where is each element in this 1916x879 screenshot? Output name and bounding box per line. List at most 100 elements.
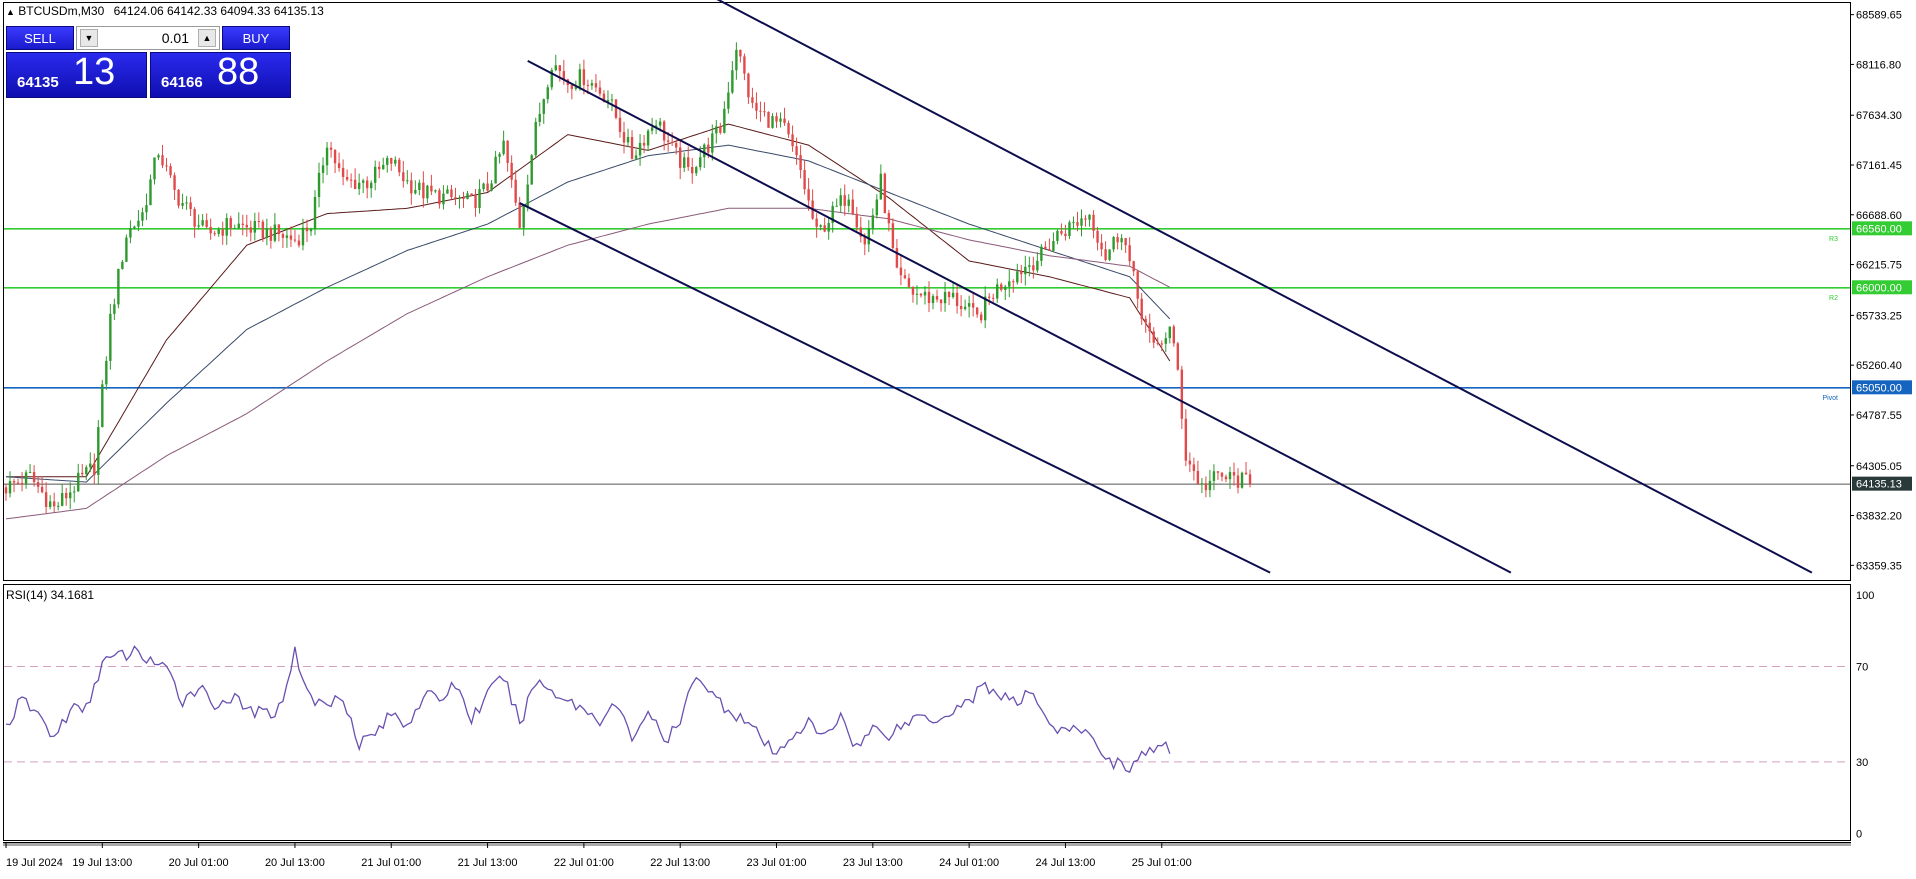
candle-body [1100, 242, 1103, 250]
candle-body [16, 482, 20, 484]
candle-body [1104, 249, 1107, 260]
candle [101, 379, 104, 428]
candle-body [85, 467, 88, 475]
candle [245, 214, 248, 237]
candle [1040, 244, 1043, 267]
candle [1244, 461, 1248, 475]
candle-body [542, 99, 545, 114]
candle [1000, 282, 1003, 292]
candle [65, 487, 68, 506]
candle-body [1112, 237, 1115, 250]
lot-increase-icon[interactable]: ▲ [198, 29, 216, 47]
y-tick-label: 67634.30 [1856, 110, 1902, 122]
candle-body [378, 166, 381, 170]
candle [28, 463, 32, 474]
candle [1224, 474, 1228, 483]
lot-size-input[interactable] [101, 29, 189, 47]
candle-body [133, 226, 136, 229]
candle [1032, 256, 1035, 279]
candle [1072, 216, 1075, 230]
candle [763, 102, 766, 117]
candle [847, 194, 850, 213]
y-tick-label: 68589.65 [1856, 10, 1902, 22]
candle-body [241, 223, 244, 225]
candle-body [466, 193, 469, 200]
candle [273, 213, 277, 243]
candle-body [1072, 222, 1075, 224]
trend-channel-line-2[interactable] [527, 60, 1512, 574]
candle-body [646, 130, 650, 146]
candle [450, 184, 453, 200]
candle-body [939, 299, 943, 304]
candle [967, 295, 971, 318]
candle [209, 218, 212, 240]
candle [803, 160, 806, 195]
candle [345, 169, 349, 182]
candle [454, 187, 457, 206]
candle-body [1212, 471, 1216, 481]
candle-body [743, 56, 746, 74]
candle [20, 472, 24, 492]
candle-body [105, 360, 108, 385]
chart-window[interactable]: R3 R2 Pivot 68589.65 68116.80 67634.30 67161.… [0, 0, 1916, 874]
candle [305, 219, 309, 243]
sell-price-box[interactable]: 64135 13 [6, 51, 147, 98]
candle-body [1044, 246, 1047, 250]
sell-price-pips: 13 [73, 51, 116, 93]
candle [678, 141, 682, 180]
candle [369, 180, 373, 198]
candle [422, 171, 425, 208]
candle-body [369, 182, 373, 189]
candle [374, 160, 377, 191]
candle-body [514, 179, 517, 203]
y-tick-label: 66688.60 [1856, 210, 1902, 222]
buy-price-box[interactable]: 64166 88 [150, 51, 291, 98]
candle [1192, 457, 1196, 481]
candle [691, 158, 694, 184]
candle-body [1096, 230, 1099, 243]
candle [715, 119, 718, 144]
candle [317, 162, 321, 208]
buy-button[interactable]: BUY [222, 26, 290, 50]
candle [1080, 209, 1083, 237]
level-tag-R3: R3 [1829, 236, 1838, 243]
lot-decrease-icon[interactable]: ▼ [80, 29, 98, 47]
candle [514, 170, 517, 206]
candle-body [979, 314, 983, 321]
candle-body [558, 65, 562, 72]
chart-svg[interactable]: R3 R2 Pivot 68589.65 68116.80 67634.30 67161.… [0, 0, 1916, 874]
candle [494, 150, 497, 184]
candle [911, 286, 915, 303]
candle [205, 213, 208, 229]
sell-button[interactable]: SELL [6, 26, 74, 50]
candle-body [494, 156, 497, 184]
candle-body [1128, 245, 1131, 262]
candle [971, 292, 975, 317]
candle-body [1088, 214, 1091, 220]
lot-size-stepper[interactable]: ▼ ▲ [76, 26, 220, 50]
candle-body [735, 49, 738, 71]
candle-body [642, 142, 646, 146]
candle-body [1164, 338, 1167, 344]
collapse-arrow-icon[interactable]: ▲ [6, 7, 15, 17]
candle-body [747, 73, 750, 98]
candle [839, 188, 842, 213]
candle-body [1108, 249, 1111, 260]
candle [1184, 409, 1188, 467]
candle [93, 453, 96, 484]
candle [927, 281, 931, 313]
candle-body [634, 155, 638, 159]
candle-body [137, 220, 140, 227]
candle-body [1052, 241, 1055, 251]
candle-body [699, 157, 702, 168]
candle [771, 113, 774, 129]
candle [626, 128, 630, 148]
candle-body [1048, 249, 1051, 251]
candle [1036, 252, 1039, 273]
candle-body [233, 228, 236, 230]
candle-body [474, 195, 477, 209]
candle [169, 163, 172, 179]
candle-body [329, 147, 333, 150]
candle-body [297, 240, 301, 246]
candle-body [478, 189, 481, 209]
